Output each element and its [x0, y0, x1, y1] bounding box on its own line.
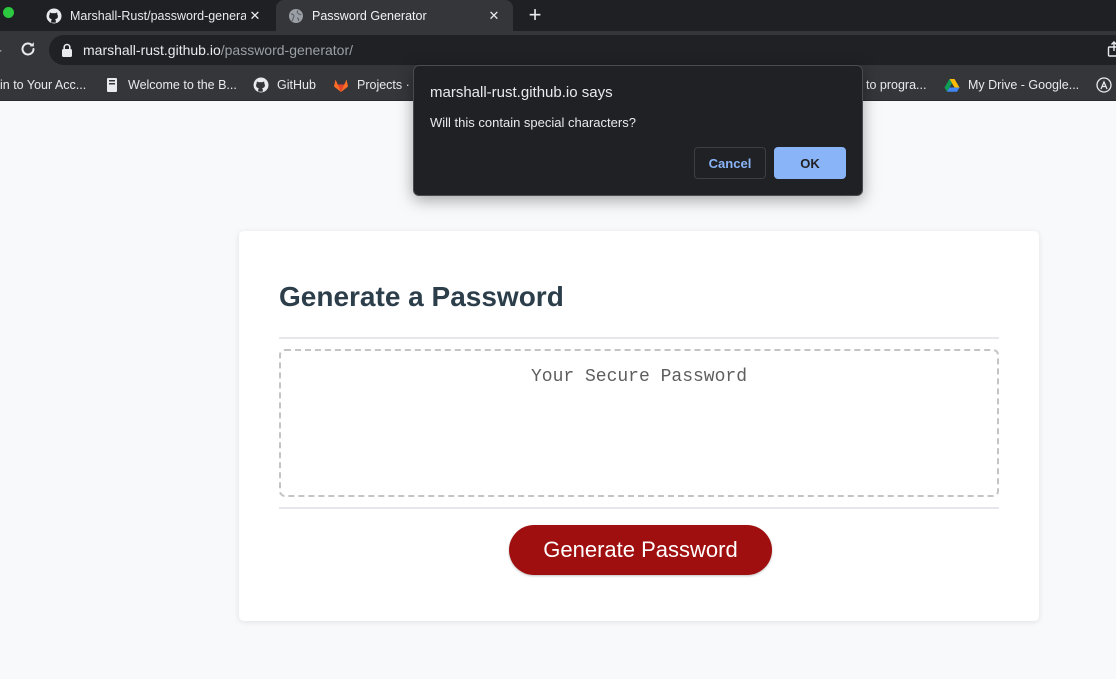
url-path: /password-generator/ — [220, 42, 354, 58]
tab-password-generator[interactable]: Password Generator ✕ — [276, 0, 513, 31]
github-icon — [253, 77, 269, 93]
bookmark-projects[interactable]: Projects · — [333, 69, 410, 100]
url-text: marshall-rust.github.io/password-generat… — [83, 42, 353, 58]
tab-title: Marshall-Rust/password-generator — [70, 8, 246, 23]
tab-close-icon[interactable]: ✕ — [485, 8, 503, 24]
bookmark-programming[interactable]: to progra... — [866, 69, 926, 100]
bookmark-label: in to Your Acc... — [0, 77, 87, 92]
new-tab-button[interactable]: + — [523, 3, 547, 27]
forward-icon[interactable]: ▸ — [0, 43, 2, 57]
card-divider-bottom — [279, 507, 999, 509]
card-divider-top — [279, 337, 999, 339]
tab-close-icon[interactable]: ✕ — [246, 8, 264, 24]
gitlab-icon — [333, 77, 349, 93]
bookmark-label: Projects · — [357, 77, 410, 92]
bookmark-lambda[interactable] — [1096, 69, 1116, 100]
bookmark-label: Welcome to the B... — [128, 77, 237, 92]
tab-github[interactable]: Marshall-Rust/password-generator ✕ — [34, 0, 274, 31]
reload-icon[interactable] — [17, 38, 39, 60]
book-icon — [104, 77, 120, 93]
bookmark-sign-in[interactable]: in to Your Acc... — [0, 69, 86, 100]
lock-icon[interactable] — [61, 43, 73, 57]
url-host: marshall-rust.github.io — [83, 42, 221, 58]
password-card: Generate a Password Generate Password — [239, 231, 1039, 621]
password-output[interactable] — [279, 349, 999, 497]
share-icon[interactable] — [1107, 41, 1116, 57]
dialog-message: Will this contain special characters? — [430, 115, 636, 130]
window-zoom-button[interactable] — [3, 7, 14, 18]
ok-button[interactable]: OK — [774, 147, 846, 179]
bookmark-label: My Drive - Google... — [968, 77, 1080, 92]
address-bar[interactable]: marshall-rust.github.io/password-generat… — [49, 35, 1116, 65]
bookmark-github[interactable]: GitHub — [253, 69, 316, 100]
confirm-dialog: marshall-rust.github.io says Will this c… — [413, 65, 863, 196]
google-drive-icon — [944, 77, 960, 93]
bookmark-label: to progra... — [866, 77, 927, 92]
page-title: Generate a Password — [279, 281, 564, 312]
tab-title: Password Generator — [312, 8, 427, 23]
bookmark-my-drive[interactable]: My Drive - Google... — [944, 69, 1079, 100]
cancel-button[interactable]: Cancel — [694, 147, 766, 179]
lambda-icon — [1096, 76, 1112, 93]
generate-password-button[interactable]: Generate Password — [509, 525, 772, 575]
dialog-title: marshall-rust.github.io says — [430, 84, 613, 101]
bookmark-welcome[interactable]: Welcome to the B... — [104, 69, 237, 100]
globe-icon — [288, 8, 304, 24]
github-icon — [46, 8, 62, 24]
browser-tab-strip: Marshall-Rust/password-generator ✕ Passw… — [0, 0, 1116, 31]
bookmark-label: GitHub — [277, 77, 316, 92]
browser-toolbar: ▸ marshall-rust.github.io/password-gener… — [0, 31, 1116, 69]
